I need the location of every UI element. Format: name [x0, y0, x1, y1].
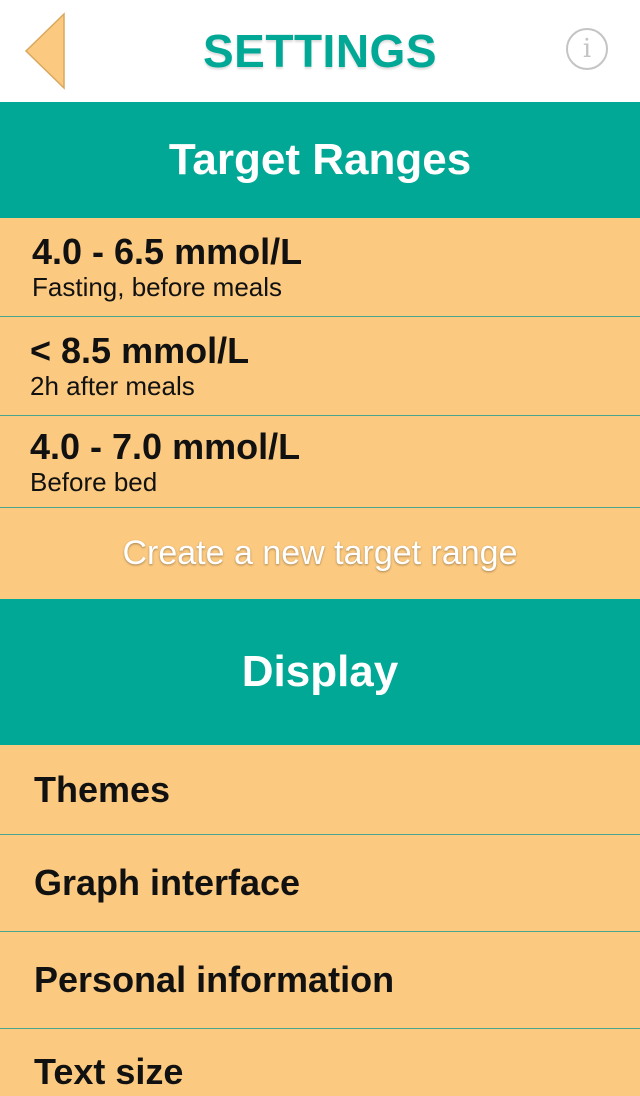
section-header-display: Display: [0, 599, 640, 745]
section-title: Display: [241, 647, 399, 696]
menu-item-personal-information[interactable]: Personal information: [0, 932, 640, 1029]
target-range-value: 4.0 - 6.5 mmol/L: [32, 231, 303, 272]
target-range-row[interactable]: 4.0 - 6.5 mmol/L Fasting, before meals: [0, 218, 640, 317]
menu-item-graph-interface[interactable]: Graph interface: [0, 835, 640, 932]
menu-item-label: Personal information: [34, 959, 395, 1000]
info-icon: i: [582, 34, 592, 64]
create-target-range-button[interactable]: Create a new target range: [0, 508, 640, 599]
menu-item-label: Graph interface: [34, 862, 301, 903]
target-range-description: Before bed: [30, 466, 158, 497]
target-range-description: Fasting, before meals: [32, 272, 283, 302]
menu-item-text-size[interactable]: Text size: [0, 1029, 640, 1093]
menu-item-themes[interactable]: Themes: [0, 745, 640, 835]
section-title: Target Ranges: [168, 135, 472, 184]
page-title: SETTINGS: [202, 25, 438, 77]
target-range-row[interactable]: < 8.5 mmol/L 2h after meals: [0, 317, 640, 416]
section-header-target-ranges: Target Ranges: [0, 102, 640, 218]
target-range-value: 4.0 - 7.0 mmol/L: [30, 425, 301, 467]
menu-item-label: Themes: [34, 768, 171, 810]
info-button[interactable]: i: [566, 28, 608, 70]
menu-item-label: Text size: [34, 1051, 184, 1092]
top-bar: SETTINGS i: [0, 0, 640, 102]
target-range-value: < 8.5 mmol/L: [30, 330, 250, 371]
target-range-description: 2h after meals: [30, 371, 195, 401]
create-target-range-label: Create a new target range: [122, 534, 518, 572]
target-range-row[interactable]: 4.0 - 7.0 mmol/L Before bed: [0, 416, 640, 508]
